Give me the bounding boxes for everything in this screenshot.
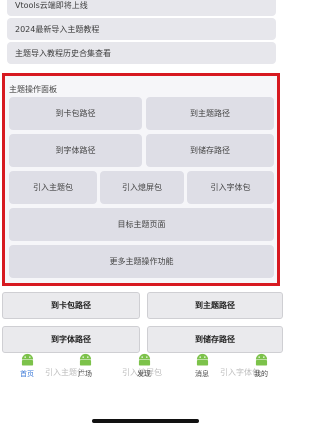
import-lockscreen-button[interactable]: 引入熄屏包 <box>100 171 184 204</box>
tab-label: 我的 <box>254 370 268 378</box>
button-label: 引入熄屏包 <box>122 183 162 192</box>
tab-label: 消息 <box>195 370 209 378</box>
android-icon <box>196 353 208 366</box>
button-label: 引入主题包 <box>33 183 73 192</box>
button-label: 目标主题页面 <box>117 220 166 229</box>
button-label: 到主题路径 <box>190 109 230 118</box>
button-label: 到卡包路径 <box>51 301 91 310</box>
tab-profile[interactable]: 我的 <box>241 350 281 379</box>
tab-label: 发现 <box>137 370 151 378</box>
import-theme-button[interactable]: 引入主题包 <box>9 171 97 204</box>
link-label: Vtools云端即将上线 <box>15 0 88 10</box>
vtools-cloud-link[interactable]: Vtools云端即将上线 <box>7 0 276 16</box>
card-path-button[interactable]: 到卡包路径 <box>9 97 142 130</box>
card-path-button-lower[interactable]: 到卡包路径 <box>2 292 140 319</box>
button-label: 到储存路径 <box>190 146 230 155</box>
theme-path-button[interactable]: 到主题路径 <box>146 97 274 130</box>
tab-discover[interactable]: 发现 <box>124 350 164 379</box>
font-path-button[interactable]: 到字体路径 <box>9 134 142 167</box>
link-label: 主题导入教程历史合集查看 <box>15 48 111 58</box>
button-label: 到卡包路径 <box>55 109 96 118</box>
android-icon <box>21 353 33 366</box>
button-label: 引入字体包 <box>210 183 251 192</box>
theme-path-button-lower[interactable]: 到主题路径 <box>147 292 283 319</box>
home-indicator[interactable] <box>92 419 199 423</box>
bottom-tab-bar: 首页 广场 发现 消息 我的 <box>0 350 290 390</box>
target-theme-page-button[interactable]: 目标主题页面 <box>9 208 274 241</box>
tutorial-history-link[interactable]: 主题导入教程历史合集查看 <box>7 42 276 64</box>
button-label: 到字体路径 <box>51 335 91 344</box>
tab-home[interactable]: 首页 <box>7 350 47 379</box>
storage-path-button-lower[interactable]: 到储存路径 <box>147 326 283 353</box>
tab-label: 首页 <box>20 370 34 378</box>
button-label: 到字体路径 <box>55 146 96 155</box>
tab-label: 广场 <box>78 370 92 378</box>
button-label: 到储存路径 <box>195 335 235 344</box>
storage-path-button[interactable]: 到储存路径 <box>146 134 274 167</box>
tutorial-2024-link[interactable]: 2024最新导入主题教程 <box>7 18 276 40</box>
tab-plaza[interactable]: 广场 <box>65 350 105 379</box>
android-icon <box>79 353 91 366</box>
android-icon <box>255 353 267 366</box>
tab-messages[interactable]: 消息 <box>182 350 222 379</box>
import-font-button[interactable]: 引入字体包 <box>187 171 274 204</box>
button-label: 到主题路径 <box>195 301 235 310</box>
android-icon <box>138 353 150 366</box>
more-theme-ops-button[interactable]: 更多主题操作功能 <box>9 245 274 278</box>
font-path-button-lower[interactable]: 到字体路径 <box>2 326 140 353</box>
button-label: 更多主题操作功能 <box>109 257 174 266</box>
panel-title: 主题操作面板 <box>9 85 57 94</box>
link-label: 2024最新导入主题教程 <box>15 24 100 34</box>
